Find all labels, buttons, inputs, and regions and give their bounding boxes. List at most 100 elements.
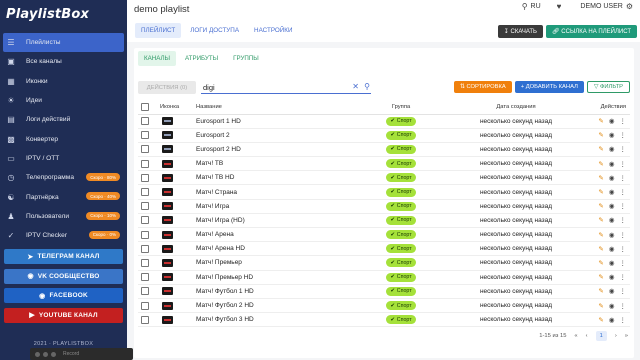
more-icon[interactable]: ⋮ xyxy=(620,117,627,125)
youtube-button[interactable]: ▶ YOUTUBE КАНАЛ xyxy=(4,307,123,323)
app-logo[interactable]: PlaylistBox xyxy=(0,0,127,28)
edit-icon[interactable]: ✎ xyxy=(598,202,603,210)
table-row[interactable]: Матч! Игра ✔ Спорт несколько секунд назад ✎ ◉… xyxy=(138,199,630,214)
prev-page-icon[interactable]: ‹ xyxy=(586,333,588,339)
table-row[interactable]: Матч! Премьер ✔ Спорт несколько секунд наза… xyxy=(138,255,630,271)
row-checkbox[interactable] xyxy=(141,145,149,154)
tab-channels[interactable]: КАНАЛЫ xyxy=(138,51,177,66)
eye-icon[interactable]: ◉ xyxy=(609,259,615,267)
select-all-checkbox[interactable] xyxy=(141,103,149,112)
tab-access-logs[interactable]: ЛОГИ ДОСТУПА xyxy=(184,23,245,38)
eye-icon[interactable]: ◉ xyxy=(609,231,615,239)
eye-icon[interactable]: ◉ xyxy=(609,287,615,295)
sidebar-item-ideas[interactable]: ☀ Идеи xyxy=(0,91,127,110)
table-row[interactable]: Матч! Арена HD ✔ Спорт несколько секунд наз… xyxy=(138,241,630,257)
row-checkbox[interactable] xyxy=(141,202,149,211)
table-row[interactable]: Матч! ТВ HD ✔ Спорт несколько секунд назад ✎… xyxy=(138,170,630,186)
sidebar-item-partners[interactable]: ☯ Партнёрка Скоро · 40% xyxy=(0,187,127,206)
row-checkbox[interactable] xyxy=(141,159,149,168)
more-icon[interactable]: ⋮ xyxy=(620,216,627,224)
more-icon[interactable]: ⋮ xyxy=(620,273,627,281)
more-icon[interactable]: ⋮ xyxy=(620,145,627,153)
table-row[interactable]: Матч! ТВ ✔ Спорт несколько секунд назад ✎ ◉ ⋮ xyxy=(138,156,630,172)
tab-groups[interactable]: ГРУППЫ xyxy=(227,51,265,66)
table-row[interactable]: Матч! Футбол 1 HD ✔ Спорт несколько секунд … xyxy=(138,284,630,299)
table-row[interactable]: Eurosport 2 ✔ Спорт несколько секунд назад ✎… xyxy=(138,128,630,143)
sidebar-item-users[interactable]: ♟ Пользователи Скоро · 10% xyxy=(0,207,127,226)
edit-icon[interactable]: ✎ xyxy=(598,287,603,295)
eye-icon[interactable]: ◉ xyxy=(609,117,615,125)
more-icon[interactable]: ⋮ xyxy=(620,188,627,196)
edit-icon[interactable]: ✎ xyxy=(598,259,603,267)
table-row[interactable]: Матч! Премьер HD ✔ Спорт несколько секунд н… xyxy=(138,270,630,285)
table-row[interactable]: Матч! Игра (HD) ✔ Спорт несколько секунд на… xyxy=(138,213,630,229)
more-icon[interactable]: ⋮ xyxy=(620,245,627,253)
edit-icon[interactable]: ✎ xyxy=(598,216,603,224)
more-icon[interactable]: ⋮ xyxy=(620,287,627,295)
more-icon[interactable]: ⋮ xyxy=(620,202,627,210)
search-icon[interactable]: ⚲ xyxy=(364,82,370,91)
row-checkbox[interactable] xyxy=(141,117,149,126)
heartbeat-button[interactable]: ♥ xyxy=(557,2,565,11)
user-menu[interactable]: DEMO USER ⚙ xyxy=(580,2,633,11)
language-switcher[interactable]: ⚲ RU xyxy=(522,2,541,11)
table-row[interactable]: Eurosport 2 HD ✔ Спорт несколько секунд наз… xyxy=(138,142,630,158)
telegram-button[interactable]: ➤ ТЕЛЕГРАМ КАНАЛ xyxy=(4,249,123,265)
edit-icon[interactable]: ✎ xyxy=(598,273,603,281)
col-group[interactable]: Группа xyxy=(346,101,456,115)
edit-icon[interactable]: ✎ xyxy=(598,316,603,324)
vk-button[interactable]: ◉ VK СООБЩЕСТВО xyxy=(4,268,123,284)
tab-attributes[interactable]: АТРИБУТЫ xyxy=(179,51,224,66)
sort-button[interactable]: ⇅ СОРТИРОВКА xyxy=(453,81,512,93)
row-checkbox[interactable] xyxy=(141,216,149,225)
eye-icon[interactable]: ◉ xyxy=(609,202,615,210)
edit-icon[interactable]: ✎ xyxy=(598,131,603,139)
edit-icon[interactable]: ✎ xyxy=(598,245,603,253)
sidebar-item-all-channels[interactable]: ▣ Все каналы xyxy=(0,52,127,71)
row-checkbox[interactable] xyxy=(141,188,149,197)
edit-icon[interactable]: ✎ xyxy=(598,174,603,182)
eye-icon[interactable]: ◉ xyxy=(609,302,615,310)
eye-icon[interactable]: ◉ xyxy=(609,316,615,324)
search-input[interactable] xyxy=(201,81,341,93)
download-button[interactable]: ↧ СКАЧАТЬ xyxy=(497,25,543,38)
eye-icon[interactable]: ◉ xyxy=(609,273,615,281)
first-page-icon[interactable]: « xyxy=(574,333,577,339)
col-name[interactable]: Название xyxy=(196,101,346,115)
table-row[interactable]: Матч! Футбол 2 HD ✔ Спорт несколько секунд … xyxy=(138,298,630,314)
last-page-icon[interactable]: » xyxy=(625,333,628,339)
page-number[interactable]: 1 xyxy=(595,331,607,341)
eye-icon[interactable]: ◉ xyxy=(609,188,615,196)
sidebar-item-iptv-ott[interactable]: ▭ IPTV / OTT xyxy=(0,149,127,168)
more-icon[interactable]: ⋮ xyxy=(620,231,627,239)
more-icon[interactable]: ⋮ xyxy=(620,131,627,139)
edit-icon[interactable]: ✎ xyxy=(598,117,603,125)
eye-icon[interactable]: ◉ xyxy=(609,245,615,253)
table-row[interactable]: Матч! Страна ✔ Спорт несколько секунд назад… xyxy=(138,184,630,200)
bulk-actions-button[interactable]: ДЕЙСТВИЯ (0) xyxy=(138,81,196,94)
col-date[interactable]: Дата создания xyxy=(456,101,576,115)
eye-icon[interactable]: ◉ xyxy=(609,160,615,168)
tab-settings[interactable]: НАСТРОЙКИ xyxy=(248,23,298,38)
more-icon[interactable]: ⋮ xyxy=(620,174,627,182)
row-checkbox[interactable] xyxy=(141,258,149,267)
row-checkbox[interactable] xyxy=(141,173,149,182)
sidebar-item-tv-guide[interactable]: ◷ Телепрограмма Скоро · 80% xyxy=(0,168,127,187)
next-page-icon[interactable]: › xyxy=(615,333,617,339)
table-row[interactable]: Матч! Футбол 3 HD ✔ Спорт несколько секунд … xyxy=(138,312,630,328)
edit-icon[interactable]: ✎ xyxy=(598,188,603,196)
more-icon[interactable]: ⋮ xyxy=(620,259,627,267)
sidebar-item-iptv-checker[interactable]: ✓ IPTV Checker Скоро · 0% xyxy=(0,226,127,245)
edit-icon[interactable]: ✎ xyxy=(598,231,603,239)
edit-icon[interactable]: ✎ xyxy=(598,160,603,168)
row-checkbox[interactable] xyxy=(141,287,149,296)
facebook-button[interactable]: ◉ FACEBOOK xyxy=(4,288,123,304)
eye-icon[interactable]: ◉ xyxy=(609,216,615,224)
row-checkbox[interactable] xyxy=(141,301,149,310)
table-row[interactable]: Eurosport 1 HD ✔ Спорт несколько секунд наз… xyxy=(138,114,630,129)
edit-icon[interactable]: ✎ xyxy=(598,145,603,153)
recorder-bar[interactable]: Record xyxy=(30,348,133,360)
eye-icon[interactable]: ◉ xyxy=(609,174,615,182)
sidebar-item-logs[interactable]: ▤ Логи действий xyxy=(0,110,127,129)
eye-icon[interactable]: ◉ xyxy=(609,145,615,153)
